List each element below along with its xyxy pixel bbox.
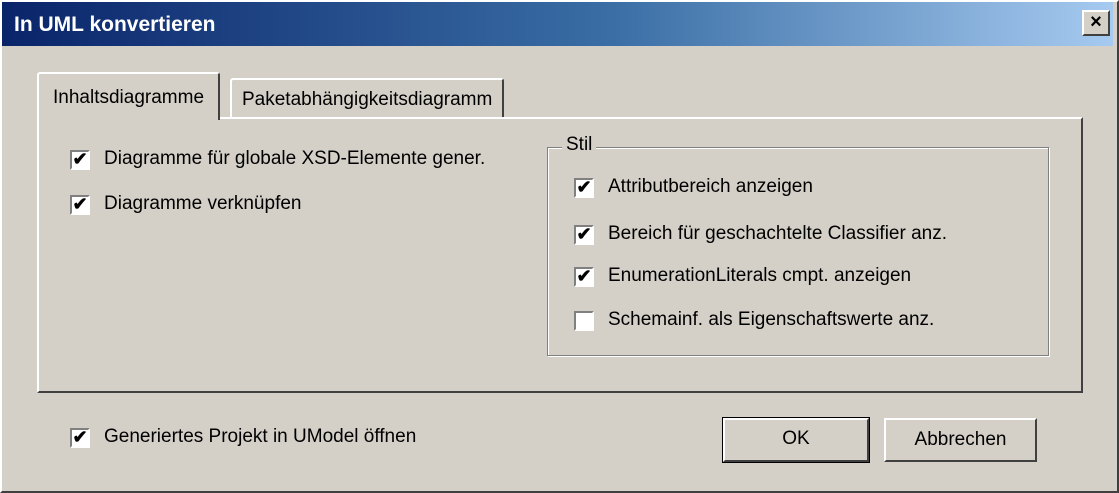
tab-paketabhaengigkeitsdiagramm[interactable]: Paketabhängigkeitsdiagramm: [230, 78, 505, 118]
ok-button[interactable]: OK: [722, 417, 870, 463]
title-bar[interactable]: In UML konvertieren ×: [2, 2, 1113, 46]
checkbox[interactable]: ✔: [70, 195, 90, 215]
checkbox-label: Diagramme verknüpfen: [104, 193, 302, 214]
checkbox-label: Bereich für geschachtelte Classifier anz…: [608, 223, 947, 244]
checkbox[interactable]: [574, 311, 594, 331]
checkbox-label: Schemainf. als Eigenschaftswerte anz.: [608, 309, 935, 330]
cancel-button[interactable]: Abbrechen: [884, 418, 1037, 462]
checkbox[interactable]: ✔: [70, 150, 90, 170]
checkbox[interactable]: ✔: [70, 428, 90, 448]
checkbox[interactable]: ✔: [574, 225, 594, 245]
style-group-legend: Stil: [562, 134, 597, 156]
checkbox-label: Generiertes Projekt in UModel öffnen: [104, 426, 417, 447]
close-button[interactable]: ×: [1082, 10, 1110, 36]
checkbox[interactable]: ✔: [574, 267, 594, 287]
tab-inhaltsdiagramme[interactable]: Inhaltsdiagramme: [37, 72, 221, 120]
checkbox-label: Diagramme für globale XSD-Elemente gener…: [104, 148, 486, 169]
checkbox-label: EnumerationLiterals cmpt. anzeigen: [608, 265, 912, 286]
checkbox[interactable]: ✔: [574, 178, 594, 198]
dialog-title: In UML konvertieren: [14, 13, 216, 36]
checkbox-label: Attributbereich anzeigen: [608, 176, 813, 197]
